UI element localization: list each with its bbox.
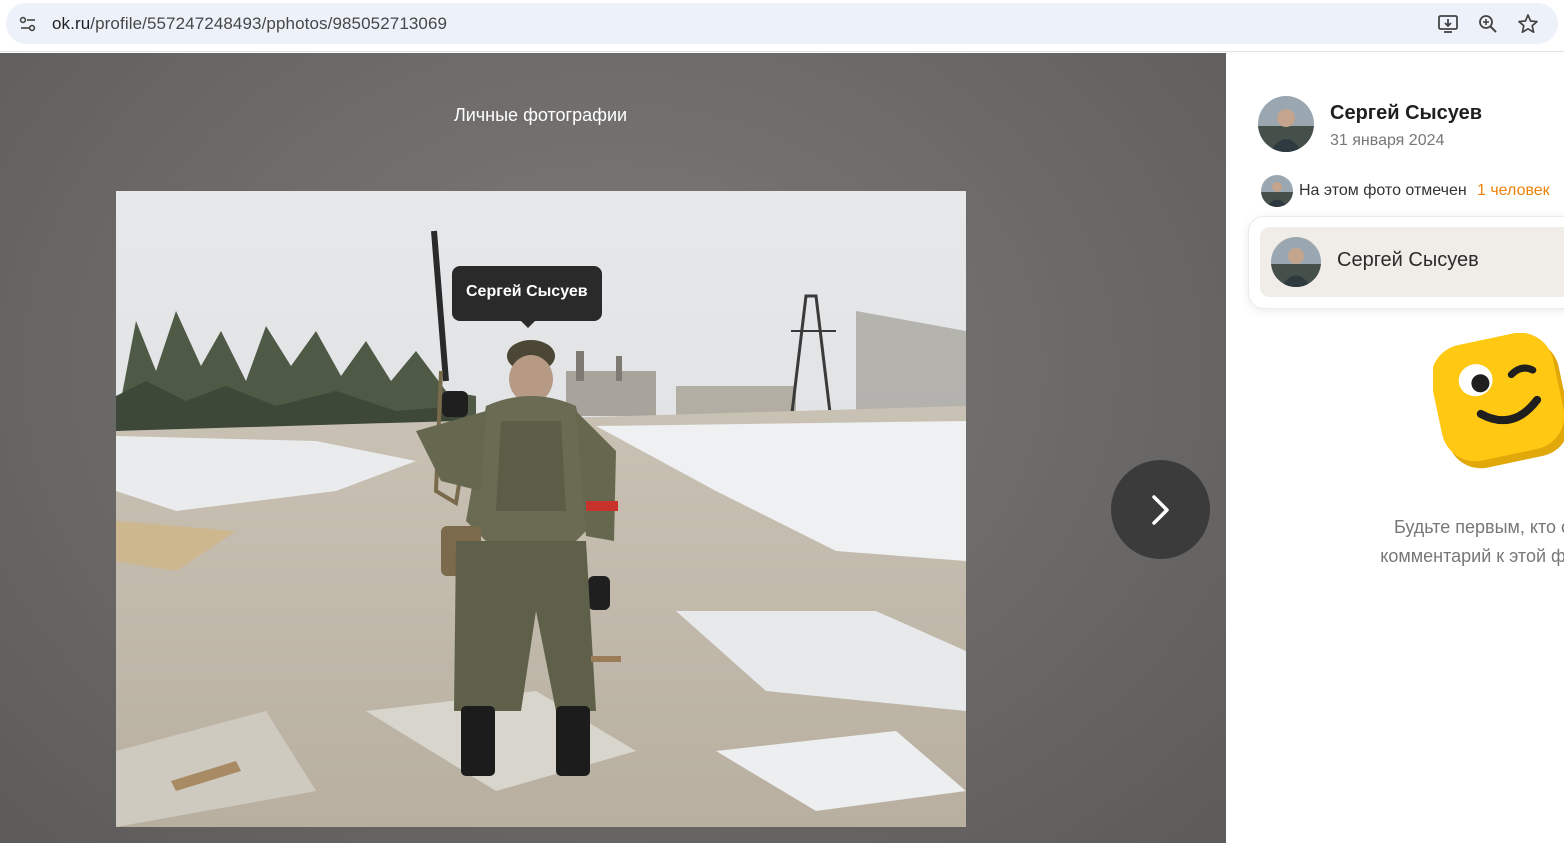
address-bar[interactable]: ok.ru/profile/557247248493/pphotos/98505… — [6, 3, 1558, 44]
author-avatar[interactable] — [1258, 96, 1314, 152]
tagged-count-link[interactable]: 1 человек — [1477, 182, 1550, 200]
empty-comments-text: Будьте первым, кто с комментарий к этой … — [1352, 513, 1564, 571]
empty-comments-line-1: Будьте первым, кто с — [1393, 517, 1564, 537]
photo-person-tag[interactable]: Сергей Сысуев — [452, 266, 602, 328]
browser-toolbar: ok.ru/profile/557247248493/pphotos/98505… — [0, 0, 1564, 52]
tagged-people-popup: Сергей Сысуев — [1248, 216, 1564, 309]
bookmark-star-icon[interactable] — [1517, 13, 1539, 35]
album-title[interactable]: Личные фотографии — [0, 105, 1081, 126]
post-date: 31 января 2024 — [1330, 132, 1445, 149]
author-name[interactable]: Сергей Сысуев — [1330, 102, 1482, 125]
tagged-avatar-mini — [1261, 175, 1293, 207]
next-photo-button[interactable] — [1111, 460, 1210, 559]
tagged-person-avatar — [1271, 237, 1321, 287]
chevron-right-icon — [1152, 495, 1169, 525]
photo-info-panel: Сергей Сысуев 31 января 2024 На этом фот… — [1226, 53, 1564, 843]
site-settings-icon[interactable] — [18, 14, 38, 34]
mascot-wink-icon — [1431, 332, 1564, 473]
tagged-text: На этом фото отмечен — [1299, 182, 1467, 199]
zoom-icon[interactable] — [1477, 13, 1499, 35]
install-app-icon[interactable] — [1437, 13, 1459, 35]
tagged-person-item[interactable]: Сергей Сысуев — [1260, 227, 1564, 297]
photo-viewer: Личные фотографии Сергей Сысуев — [0, 53, 1226, 843]
empty-comments-line-2: комментарий к этой фот — [1380, 546, 1564, 566]
url-host: ok.ru — [52, 14, 91, 33]
url-path: /profile/557247248493/pphotos/9850527130… — [90, 14, 448, 33]
url-text[interactable]: ok.ru/profile/557247248493/pphotos/98505… — [52, 14, 447, 34]
tagged-person-name: Сергей Сысуев — [1337, 249, 1479, 271]
